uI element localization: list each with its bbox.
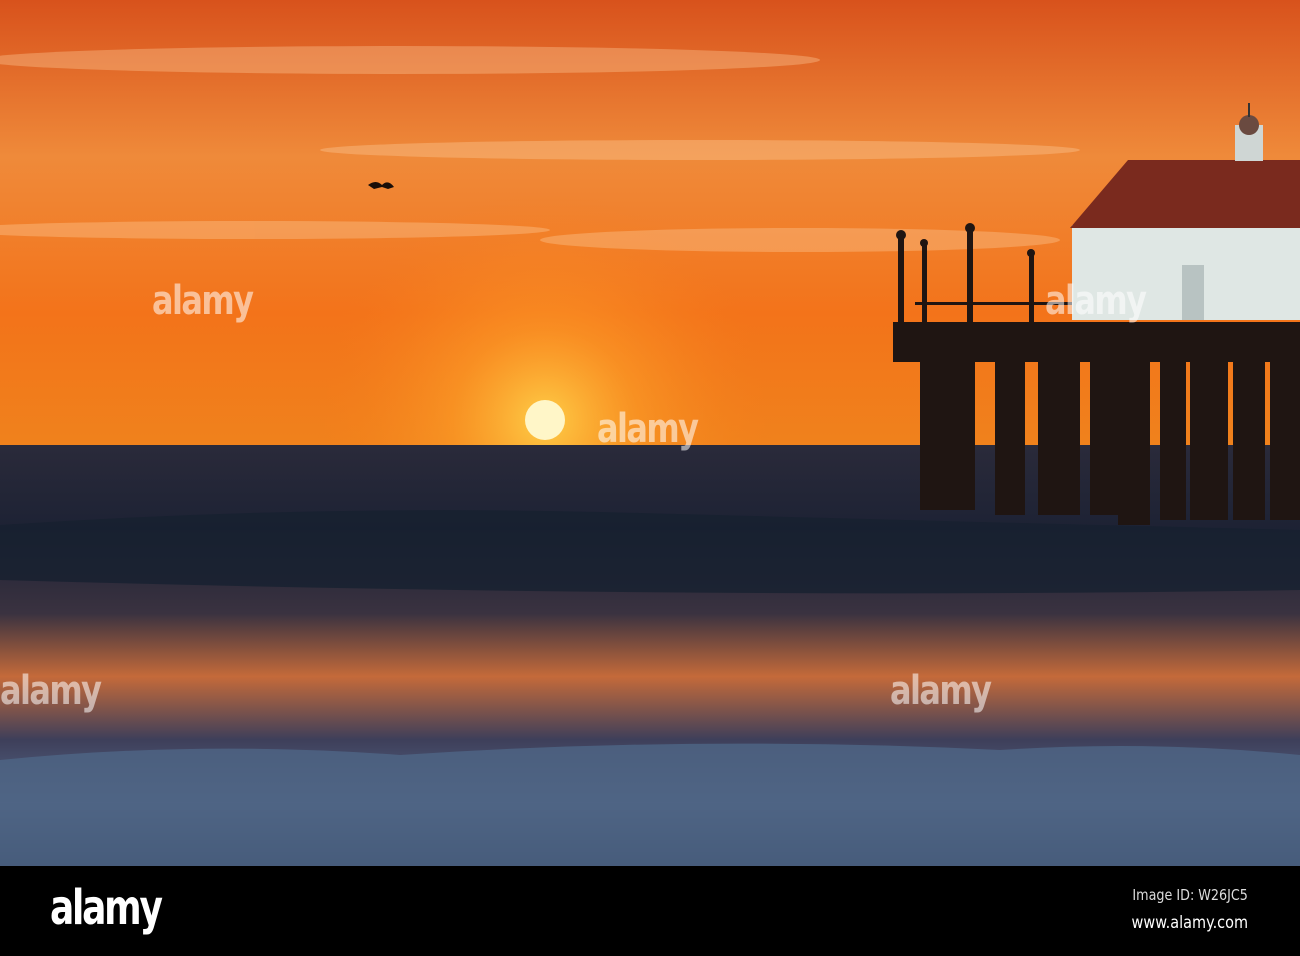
photo: alamy alamy alamy alamy alamy alamy Imag… [0,0,1300,956]
watermark: alamy [152,278,254,324]
site-url: www.alamy.com [1131,913,1248,933]
alamy-logo: alamy [50,880,163,936]
sun [525,400,565,440]
watermark: alamy [597,406,699,452]
watermark: alamy [890,668,992,714]
watermark: alamy [1045,278,1147,324]
image-id: Image ID: W26JC5 [1132,886,1248,904]
footer-bar: alamy Image ID: W26JC5 www.alamy.com [0,866,1300,956]
watermark: alamy [0,668,102,714]
surf-foam [0,743,1300,866]
